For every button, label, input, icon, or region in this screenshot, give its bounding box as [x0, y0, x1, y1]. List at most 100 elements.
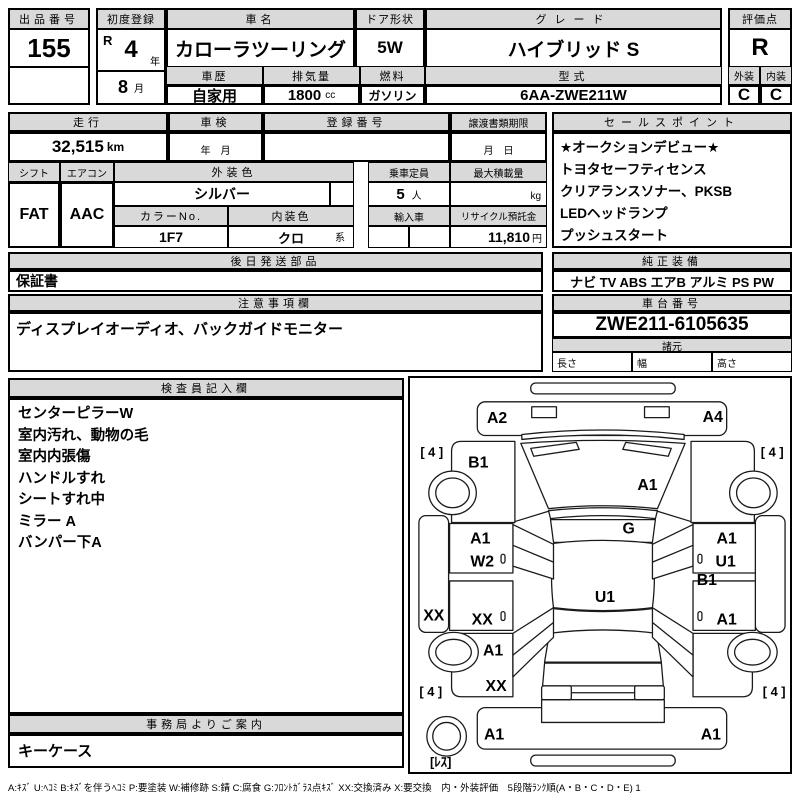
rear-gate-upper	[541, 662, 664, 687]
inspection-label: 車検	[168, 112, 263, 132]
damage-mark: [ 4 ]	[763, 684, 786, 699]
displacement-unit: cc	[325, 89, 336, 101]
reg-no-label: 登録番号	[263, 112, 450, 132]
width-cell: 幅	[632, 352, 712, 372]
list-line: シートすれ中	[18, 492, 105, 508]
model-code-label: 型式	[425, 66, 722, 85]
list-line: 室内汚れ、動物の毛	[18, 427, 149, 444]
car-name-label: 車名	[166, 8, 355, 30]
lot-no-value: 155	[8, 28, 90, 68]
damage-mark: XX	[423, 608, 445, 625]
list-line: ハンドルすれ	[18, 470, 105, 487]
month-suffix: 月	[134, 84, 144, 95]
damage-mark: A4	[703, 409, 723, 426]
rear-strip	[530, 754, 676, 767]
damage-mark: B1	[697, 572, 717, 589]
lot-no-label: 出品番号	[8, 8, 90, 30]
list-line: ★オークションデビュー★	[560, 140, 720, 155]
damage-mark: U1	[716, 553, 736, 570]
damage-mark: [ 4 ]	[419, 684, 442, 699]
max-load-cell: kg	[450, 182, 547, 206]
sales-points-label: セールスポイント	[552, 112, 792, 132]
car-topview-diagram: A2 A4 [ 4 ] [ 4 ] B1 A1 G A1 W2 A1 U1 B1 U1 XX XX A1 A1 X…	[418, 382, 786, 769]
aircon-value: AAC	[60, 182, 114, 248]
capacity-cell: 5 人	[368, 182, 450, 206]
grade-value: ハイブリッド S	[425, 28, 722, 68]
list-line: 室内内張傷	[18, 449, 91, 465]
inspector-notes-label: 検査員記入欄	[8, 378, 404, 398]
displacement-cell: 1800 cc	[263, 85, 360, 105]
cowl-strip	[521, 429, 685, 441]
damage-mark: G	[623, 521, 635, 538]
capacity-label: 乗車定員	[368, 162, 450, 182]
list-line: バンパー下A	[18, 535, 102, 551]
capacity-unit: 人	[411, 190, 422, 202]
damage-mark: A1	[484, 727, 504, 744]
damage-mark: A1	[470, 531, 490, 548]
damage-mark: XX	[472, 612, 494, 629]
list-line: ミラー A	[18, 513, 76, 530]
length-cell: 長さ	[552, 352, 632, 372]
oem-equipment-label: 純正装備	[552, 252, 792, 270]
fuel-label: 燃料	[360, 66, 425, 85]
recycle-cell: 11,810 円	[450, 226, 547, 248]
mileage-value: 32,515	[51, 137, 104, 156]
inspector-notes-body: センターピラーW 室内汚れ、動物の毛 室内内張傷ハンドルすれ シートすれ中 ミラー A バ…	[8, 398, 404, 714]
windshield	[549, 518, 657, 543]
int-color-suffix: 系	[335, 233, 345, 244]
damage-mark: U1	[595, 589, 615, 606]
import-cell-a	[368, 226, 409, 248]
transfer-cell: 月 日	[450, 132, 547, 162]
recycle-unit: 円	[532, 233, 542, 245]
score-value: R	[728, 28, 792, 68]
inspection-cell: 年 月	[168, 132, 263, 162]
notes-label: 注意事項欄	[8, 294, 543, 312]
int-color-value: クロ	[277, 230, 304, 246]
history-value: 自家用	[166, 85, 263, 105]
right-front-window	[651, 523, 694, 580]
rear-glass	[543, 608, 662, 663]
ext-color-label: 外装色	[114, 162, 354, 182]
reg-month-value: 8	[117, 77, 128, 97]
aircon-label: エアコン	[60, 162, 114, 182]
first-reg-month-cell: 8 月	[96, 70, 166, 105]
reg-no-cell	[263, 132, 450, 162]
dimensions-label: 諸元	[552, 338, 792, 352]
left-front-window	[512, 523, 555, 580]
int-color-label: 内装色	[228, 206, 354, 226]
int-color-cell: クロ 系	[228, 226, 354, 248]
lot-no-empty-cell	[8, 66, 90, 105]
front-strip	[530, 382, 676, 395]
right-taillight	[633, 685, 665, 701]
damage-mark: [ 4 ]	[420, 445, 443, 460]
sales-points-body: ★オークションデビュー★ トヨタセーフティセンス クリアランスソナー、PKSB LED…	[552, 132, 792, 248]
ext-color-empty-cell	[330, 182, 354, 206]
ext-color-value: シルバー	[114, 182, 330, 206]
transfer-label: 譲渡書類期限	[450, 112, 547, 132]
front-right-lamp	[643, 406, 670, 419]
damage-mark: [ 4 ]	[761, 445, 784, 460]
right-a-pillar-line	[655, 510, 692, 523]
shift-value: FAT	[8, 182, 60, 248]
office-info-value: キーケース	[8, 734, 404, 768]
inspection-placeholder: 年 月	[200, 146, 231, 157]
list-line: LEDヘッドランプ	[560, 206, 668, 221]
max-load-label: 最大積載量	[450, 162, 547, 182]
list-line: プッシュスタート	[560, 228, 668, 243]
later-parts-value: 保証書	[8, 270, 543, 292]
import-cell-b	[409, 226, 450, 248]
recycle-label: リサイクル預託金	[450, 206, 547, 226]
mileage-cell: 32,515 km	[8, 132, 168, 162]
list-line: センターピラーW	[18, 406, 134, 422]
list-line: クリアランスソナー、PKSB	[560, 184, 733, 199]
displacement-label: 排気量	[263, 66, 360, 85]
shift-label: シフト	[8, 162, 60, 182]
first-reg-label: 初度登録	[96, 8, 166, 30]
fuel-value: ガソリン	[360, 85, 425, 105]
damage-mark: B1	[468, 454, 488, 471]
cowl-band	[547, 507, 659, 520]
right-sill	[754, 514, 786, 634]
later-parts-label: 後日発送部品	[8, 252, 543, 270]
damage-mark: W2	[470, 553, 494, 570]
damage-mark: A1	[717, 531, 737, 548]
